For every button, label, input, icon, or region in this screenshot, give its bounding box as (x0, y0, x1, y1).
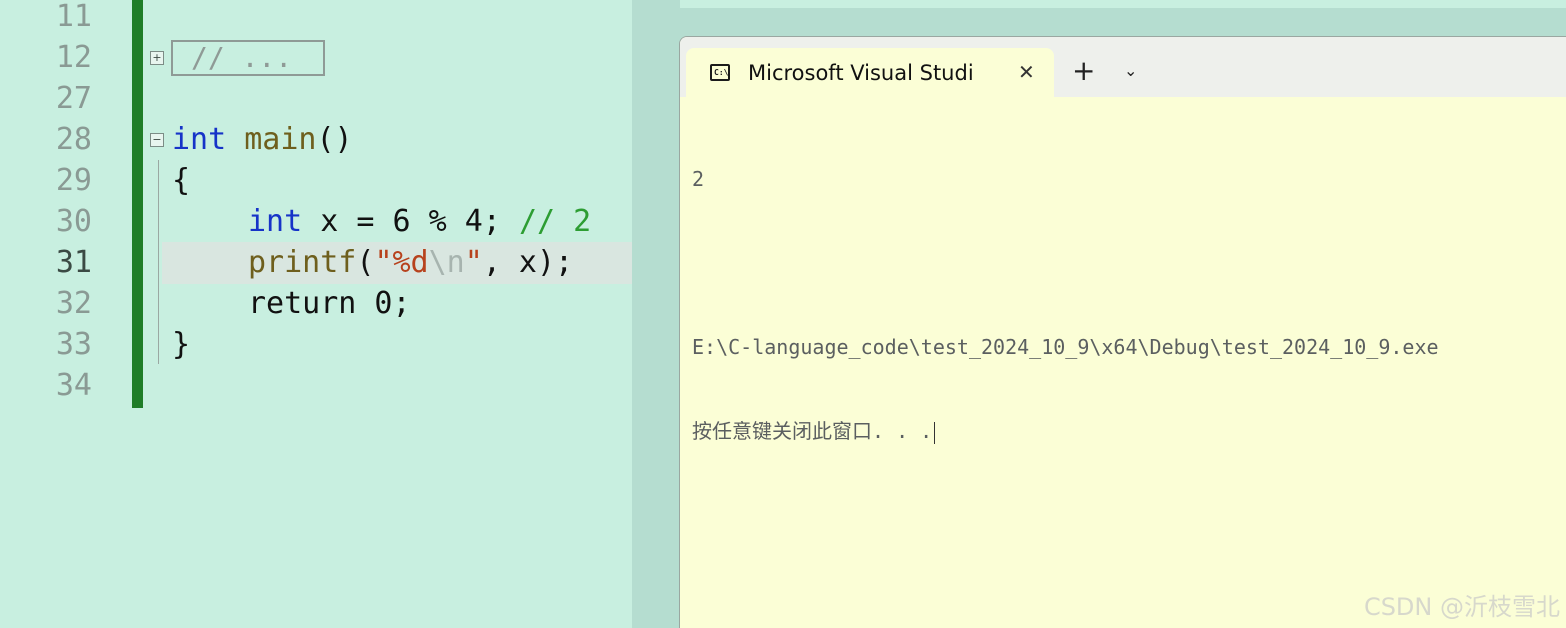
code-line-31[interactable]: printf("%d\n", x); (248, 242, 573, 283)
expand-region-icon[interactable]: + (150, 51, 164, 65)
console-window[interactable]: C:\ Microsoft Visual Studi ✕ + ⌄ 2 E:\C-… (679, 36, 1566, 628)
console-line: 2 (692, 167, 705, 191)
line-number: 11 (55, 0, 92, 34)
code-line-33[interactable]: } (172, 324, 190, 365)
code-text: , x); (482, 245, 574, 280)
code-text: () (316, 122, 353, 157)
console-line: E:\C-language_code\test_2024_10_9\x64\De… (692, 335, 1439, 359)
new-tab-button[interactable]: + (1072, 57, 1095, 85)
keyword: int (248, 204, 303, 239)
close-icon[interactable]: ✕ (1018, 60, 1035, 84)
function-name: printf (248, 245, 357, 280)
tab-bar: C:\ Microsoft Visual Studi ✕ + ⌄ (680, 37, 1566, 97)
line-number: 29 (55, 163, 92, 198)
code-line-28[interactable]: int main() (172, 119, 353, 160)
code-text: x = 6 % 4; (302, 204, 519, 239)
string-literal: "%d (374, 245, 429, 280)
escape-sequence: \n (428, 245, 465, 280)
keyword: int (172, 122, 227, 157)
change-tracking-bar (132, 0, 143, 408)
console-output[interactable]: 2 E:\C-language_code\test_2024_10_9\x64\… (692, 109, 1439, 501)
code-line-29[interactable]: { (172, 160, 190, 201)
line-number: 33 (55, 327, 92, 362)
line-number-current: 31 (55, 245, 92, 280)
console-prompt-text: 按任意键关闭此窗口. . . (692, 419, 933, 443)
line-number: 12 (55, 40, 92, 75)
text-cursor (934, 421, 936, 444)
console-line-prompt: 按任意键关闭此窗口. . . (692, 417, 1439, 445)
comment: // 2 (518, 204, 592, 239)
tab-title: Microsoft Visual Studi (748, 61, 974, 85)
code-editor[interactable]: 11 12 27 28 29 30 31 32 33 34 + // ... −… (0, 0, 660, 628)
line-number: 28 (55, 122, 92, 157)
string-literal: " (464, 245, 483, 280)
code-line-30[interactable]: int x = 6 % 4; // 2 (248, 201, 591, 242)
code-line-32[interactable]: return 0; (248, 283, 411, 324)
chevron-down-icon[interactable]: ⌄ (1124, 61, 1137, 81)
collapse-region-icon[interactable]: − (150, 133, 164, 147)
line-number: 30 (55, 204, 92, 239)
terminal-icon: C:\ (710, 64, 730, 81)
collapsed-region[interactable]: // ... (171, 40, 325, 76)
line-number: 32 (55, 286, 92, 321)
tab-console[interactable]: C:\ Microsoft Visual Studi ✕ (686, 48, 1054, 97)
line-number: 34 (55, 368, 92, 403)
function-name: main (244, 122, 317, 157)
scope-guide-line (158, 160, 159, 364)
line-number: 27 (55, 81, 92, 116)
watermark: CSDN @沂枝雪北 (1363, 593, 1560, 621)
code-text: ( (356, 245, 375, 280)
